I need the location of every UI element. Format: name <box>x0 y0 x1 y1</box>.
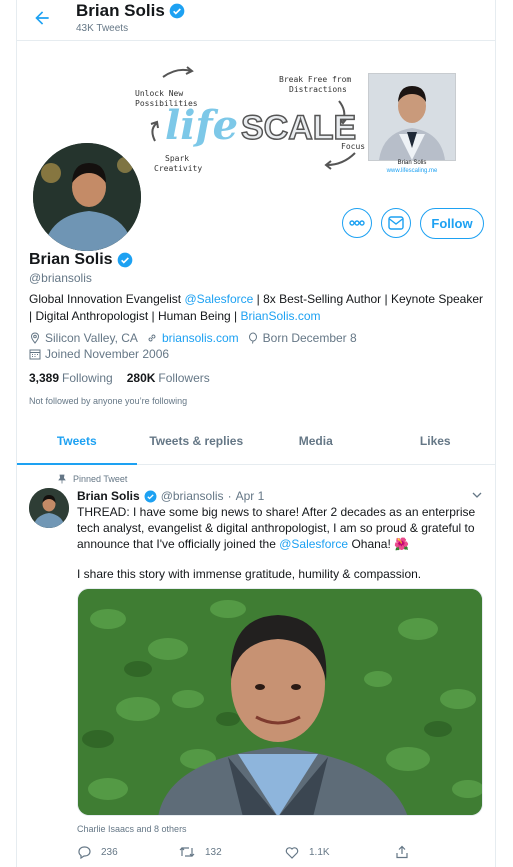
location-icon <box>30 332 40 344</box>
joined: Joined November 2006 <box>29 347 169 361</box>
more-button[interactable] <box>342 208 372 238</box>
tab-tweets-replies[interactable]: Tweets & replies <box>137 420 257 464</box>
bio-website-link[interactable]: BrianSolis.com <box>240 309 320 323</box>
profile-bio: Global Innovation Evangelist @Salesforce… <box>29 291 489 325</box>
banner-phrase: Creativity <box>154 164 202 173</box>
retweet-count: 132 <box>205 846 222 858</box>
birthday: Born December 8 <box>247 331 357 345</box>
like-button[interactable]: 1.1K <box>285 845 395 859</box>
pin-icon <box>58 474 66 484</box>
tweet-text: THREAD: I have some big news to share! A… <box>77 504 485 552</box>
not-followed-note: Not followed by anyone you’re following <box>29 396 188 406</box>
tweet-handle[interactable]: @briansolis <box>161 489 224 503</box>
reply-icon <box>78 846 91 859</box>
banner-photo-caption: Brian Solis <box>397 160 427 166</box>
link-icon <box>148 334 156 342</box>
tweet-text-paragraph: I share this story with immense gratitud… <box>77 567 422 581</box>
bio-mention-link[interactable]: @Salesforce <box>184 292 253 306</box>
joined-row: Joined November 2006 <box>29 347 177 361</box>
followers-count: 280K <box>126 371 156 385</box>
retweet-icon <box>179 847 195 857</box>
following-count: 3,389 <box>29 371 60 385</box>
banner-logo-life: life <box>165 102 238 149</box>
message-button[interactable] <box>381 208 411 238</box>
mail-icon <box>388 216 404 230</box>
following-stat[interactable]: 3,389 Following <box>29 371 113 385</box>
profile-name: Brian Solis <box>29 251 133 269</box>
reply-button[interactable]: 236 <box>77 845 179 859</box>
retweet-button[interactable]: 132 <box>179 845 285 859</box>
followers-label: Followers <box>158 371 210 385</box>
balloon-icon <box>248 332 257 344</box>
profile-meta-row: Silicon Valley, CA briansolis.com Born D… <box>29 331 365 345</box>
website: briansolis.com <box>146 331 239 345</box>
banner-phrase: Unlock New <box>135 89 183 98</box>
tweet-date[interactable]: Apr 1 <box>236 489 265 503</box>
banner-phrase: Break Free from <box>279 75 351 84</box>
joined-text: Joined November 2006 <box>45 347 170 361</box>
banner-photo-url: www.lifescaling.me <box>386 168 438 174</box>
profile-handle: @briansolis <box>29 271 92 285</box>
banner-photo <box>368 73 456 161</box>
verified-icon <box>117 252 132 268</box>
follow-button[interactable]: Follow <box>420 208 484 239</box>
tweet-separator: · <box>227 489 232 503</box>
banner-phrase: Spark <box>165 154 189 163</box>
chevron-down-icon[interactable] <box>471 489 483 501</box>
back-arrow-icon[interactable] <box>32 8 52 28</box>
birthday-text: Born December 8 <box>262 331 357 345</box>
profile-avatar[interactable] <box>29 139 145 255</box>
tweet-actions: 236 132 1.1K <box>77 845 437 859</box>
pinned-text: Pinned Tweet <box>73 474 128 484</box>
like-count: 1.1K <box>309 846 330 858</box>
bio-text: Global Innovation Evangelist <box>29 292 185 306</box>
tweet-count: 43K Tweets <box>76 23 129 34</box>
profile-tabs: Tweets Tweets & replies Media Likes <box>17 420 495 465</box>
location-text: Silicon Valley, CA <box>45 331 138 345</box>
share-button[interactable] <box>395 845 419 859</box>
banner-phrase: Distractions <box>289 85 347 94</box>
tweet-mention-link[interactable]: @Salesforce <box>279 537 348 551</box>
top-bar-name-text: Brian Solis <box>76 1 165 20</box>
tab-media[interactable]: Media <box>256 420 376 464</box>
followers-stat[interactable]: 280K Followers <box>127 371 210 385</box>
more-icon <box>349 220 365 226</box>
pinned-label: Pinned Tweet <box>57 474 127 484</box>
profile-column: Brian Solis 43K Tweets Unlock New Possib… <box>16 0 496 867</box>
location: Silicon Valley, CA <box>29 331 138 345</box>
verified-icon <box>144 490 157 502</box>
reply-count: 236 <box>101 846 118 858</box>
tweet-avatar[interactable] <box>29 488 69 528</box>
top-bar-name: Brian Solis <box>76 1 185 21</box>
share-icon <box>396 845 408 859</box>
tab-likes[interactable]: Likes <box>376 420 496 464</box>
top-bar: Brian Solis 43K Tweets <box>17 0 495 41</box>
following-label: Following <box>62 371 113 385</box>
banner-logo-scale: SCALE <box>241 109 356 147</box>
tweet-author[interactable]: Brian Solis <box>77 489 140 503</box>
verified-icon <box>169 3 185 19</box>
tweet-text-part: THREAD: I have some big news to share! A… <box>77 505 476 551</box>
profile-name-text: Brian Solis <box>29 251 113 268</box>
follow-stats: 3,389 Following 280K Followers <box>29 371 224 385</box>
tweet-text-part: Ohana! 🌺 <box>348 537 410 551</box>
tweet-photo[interactable] <box>77 588 483 816</box>
tab-tweets[interactable]: Tweets <box>17 420 137 465</box>
tweet-header: Brian Solis @briansolis · Apr 1 <box>77 489 268 503</box>
website-link[interactable]: briansolis.com <box>162 331 239 345</box>
like-icon <box>285 846 299 859</box>
tagged-users[interactable]: Charlie Isaacs and 8 others <box>77 824 187 834</box>
calendar-icon <box>29 349 41 360</box>
